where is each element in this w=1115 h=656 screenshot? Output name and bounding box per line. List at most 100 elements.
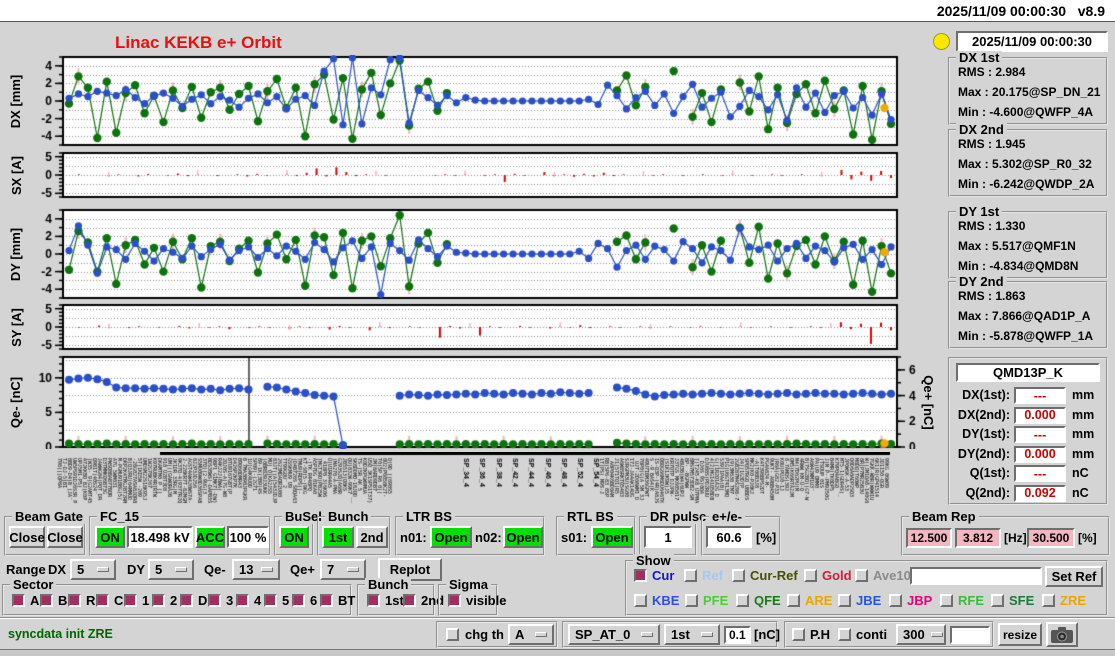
show-cur-ref[interactable]: Cur-Ref <box>732 568 798 583</box>
sector-item-b[interactable]: B <box>40 593 67 608</box>
bunch-filter-2nd-checkbox[interactable] <box>403 594 416 607</box>
show-ave10[interactable]: Ave10 <box>855 568 911 583</box>
show-ave10-checkbox[interactable] <box>855 569 868 582</box>
sector-item-6[interactable]: 6 <box>292 593 317 608</box>
monitor-row-label: DY(2nd): <box>957 446 1010 461</box>
dy1-stats-group: DY 1st RMS : 1.330 Max : 5.517@QMF1N Min… <box>948 205 1108 279</box>
show-qfe[interactable]: QFE <box>736 593 781 608</box>
show-cur-checkbox[interactable] <box>634 569 647 582</box>
free-input[interactable] <box>950 626 990 644</box>
monitor-row-label: Q(1st): <box>969 466 1010 480</box>
dropdown-indicator <box>97 567 109 572</box>
channel-dropdown[interactable]: A <box>508 624 554 645</box>
show-pfe-checkbox[interactable] <box>685 594 698 607</box>
monitor-row-value: 0.092 <box>1014 484 1066 502</box>
bpm-name-dropdown[interactable]: SP_AT_0 <box>568 624 660 645</box>
sigma-visible-checkbox[interactable] <box>448 594 461 607</box>
sector-item-c[interactable]: C <box>96 593 123 608</box>
show-ref[interactable]: Ref <box>684 568 723 583</box>
show-rfe[interactable]: RFE <box>940 593 984 608</box>
sector-item-2[interactable]: 2 <box>152 593 177 608</box>
conti-checkbox[interactable] <box>838 628 851 641</box>
sector-item-2-checkbox[interactable] <box>152 594 165 607</box>
show-cur[interactable]: Cur <box>634 568 674 583</box>
show-jbp-checkbox[interactable] <box>889 594 902 607</box>
sector-item-a[interactable]: A <box>12 593 39 608</box>
sector-item-a-label: A <box>30 593 40 608</box>
sector-item-r-label: R <box>86 593 96 608</box>
bunch-1st-button[interactable]: 1st <box>322 526 354 548</box>
bunch-dropdown[interactable]: 1st <box>664 624 720 645</box>
bunch-2nd-button[interactable]: 2nd <box>356 526 388 548</box>
sector-item-d[interactable]: D <box>180 593 207 608</box>
show-zre[interactable]: ZRE <box>1042 593 1086 608</box>
show-are-checkbox[interactable] <box>787 594 800 607</box>
show-ref-checkbox[interactable] <box>684 569 697 582</box>
fc15-acc-button[interactable]: ACC <box>195 526 225 548</box>
resize-button[interactable]: resize <box>998 623 1042 646</box>
bunch-filter-1st-checkbox[interactable] <box>367 594 380 607</box>
set-ref-button[interactable]: Set Ref <box>1045 566 1103 587</box>
sector-item-1-label: 1 <box>142 593 150 608</box>
sector-item-r[interactable]: R <box>68 593 95 608</box>
monitor-row-unit: nC <box>1072 466 1089 480</box>
ltr-n02-open-button[interactable]: Open <box>503 526 543 548</box>
sector-item-bt[interactable]: BT <box>320 593 355 608</box>
bpm-monitor-name[interactable]: QMD13P_K <box>956 363 1100 382</box>
sector-item-c-checkbox[interactable] <box>96 594 109 607</box>
sector-item-6-checkbox[interactable] <box>292 594 305 607</box>
show-pfe[interactable]: PFE <box>685 593 728 608</box>
sx-axis-label: SX [A] <box>8 155 24 195</box>
beam-rep-group: Beam Rep 12.500 3.812 [Hz] 30.500 [%] <box>901 510 1110 556</box>
show-jbe[interactable]: JBE <box>838 593 881 608</box>
sector-item-4-checkbox[interactable] <box>236 594 249 607</box>
sector-item-b-checkbox[interactable] <box>40 594 53 607</box>
show-kbe[interactable]: KBE <box>634 593 679 608</box>
range-qep-dropdown[interactable]: 7 <box>320 559 366 580</box>
ref-name-input[interactable] <box>910 567 1042 585</box>
dy2-stats-group: DY 2nd RMS : 1.863 Max : 7.866@QAD1P_A M… <box>948 275 1108 349</box>
range-qem-dropdown[interactable]: 13 <box>232 559 280 580</box>
show-are[interactable]: ARE <box>787 593 832 608</box>
show-jbp[interactable]: JBP <box>889 593 932 608</box>
show-sfe[interactable]: SFE <box>991 593 1034 608</box>
sector-item-3-checkbox[interactable] <box>208 594 221 607</box>
show-sfe-checkbox[interactable] <box>991 594 1004 607</box>
chg-th-checkbox[interactable] <box>446 628 459 641</box>
show-ref-label: Ref <box>702 568 723 583</box>
ltr-n01-open-button[interactable]: Open <box>430 526 472 548</box>
range-dx-dropdown[interactable]: 5 <box>70 559 116 580</box>
dropdown-indicator <box>261 567 273 572</box>
threshold-input[interactable] <box>724 626 751 644</box>
sigma-visible[interactable]: visible <box>448 593 506 608</box>
sector-item-4[interactable]: 4 <box>236 593 261 608</box>
sector-item-5-checkbox[interactable] <box>264 594 277 607</box>
sector-item-r-checkbox[interactable] <box>68 594 81 607</box>
show-rfe-checkbox[interactable] <box>940 594 953 607</box>
dr-pulse-value[interactable]: 1 <box>644 526 692 548</box>
show-gold-checkbox[interactable] <box>804 569 817 582</box>
sector-item-5[interactable]: 5 <box>264 593 289 608</box>
bunch-filter-1st[interactable]: 1st <box>367 593 404 608</box>
fc15-on-button[interactable]: ON <box>95 526 125 548</box>
screenshot-button[interactable] <box>1046 622 1078 647</box>
show-gold[interactable]: Gold <box>804 568 852 583</box>
beam-gate-close2-button[interactable]: Close <box>47 526 83 548</box>
ph-checkbox[interactable] <box>792 628 805 641</box>
busel-on-button[interactable]: ON <box>279 526 309 548</box>
show-qfe-checkbox[interactable] <box>736 594 749 607</box>
sector-item-a-checkbox[interactable] <box>12 594 25 607</box>
range-dy-dropdown[interactable]: 5 <box>148 559 194 580</box>
show-jbe-checkbox[interactable] <box>838 594 851 607</box>
show-zre-checkbox[interactable] <box>1042 594 1055 607</box>
beam-gate-close1-button[interactable]: Close <box>9 526 45 548</box>
count-dropdown[interactable]: 300 <box>896 624 946 645</box>
rtl-s01-open-button[interactable]: Open <box>591 526 633 548</box>
show-cur-ref-checkbox[interactable] <box>732 569 745 582</box>
show-kbe-checkbox[interactable] <box>634 594 647 607</box>
sector-item-bt-checkbox[interactable] <box>320 594 333 607</box>
sector-item-1[interactable]: 1 <box>124 593 149 608</box>
sector-item-d-checkbox[interactable] <box>180 594 193 607</box>
sector-item-3[interactable]: 3 <box>208 593 233 608</box>
sector-item-1-checkbox[interactable] <box>124 594 137 607</box>
